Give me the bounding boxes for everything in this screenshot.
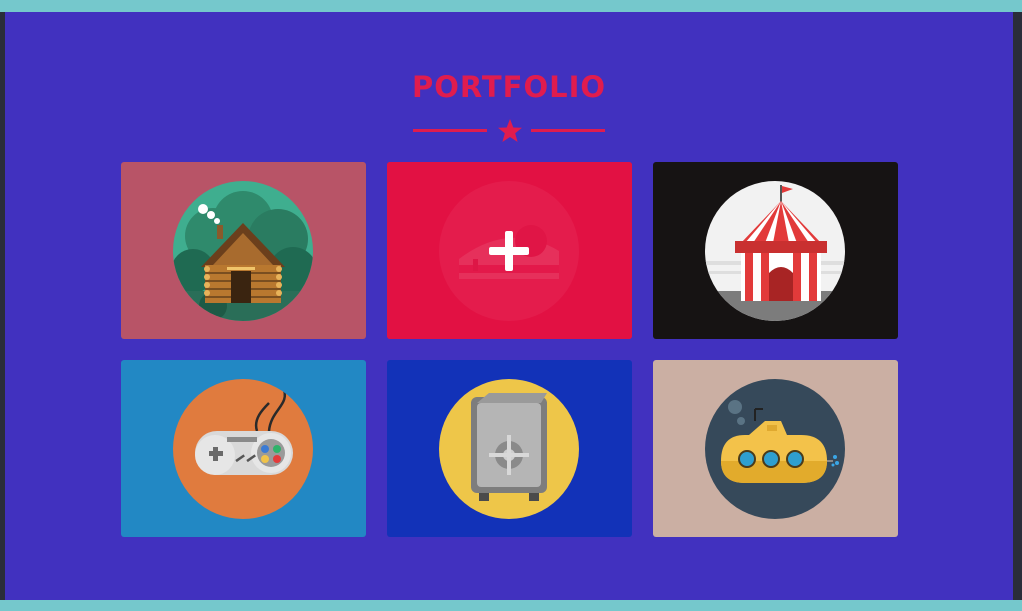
portfolio-item-game[interactable] [121,360,366,537]
gamepad-icon [173,379,313,519]
star-icon [498,119,522,142]
portfolio-item-safe[interactable] [387,360,632,537]
log-cabin-icon [173,181,313,321]
portfolio-item-circus[interactable] [653,162,898,339]
submarine-icon [705,379,845,519]
bottom-border [0,600,1022,611]
top-border [0,0,1022,12]
portfolio-section: PORTFOLIO [5,12,1013,600]
portfolio-item-cabin[interactable] [121,162,366,339]
divider-line-left [413,129,487,132]
portfolio-item-cake[interactable] [387,162,632,339]
section-title: PORTFOLIO [411,70,607,104]
plus-icon[interactable] [487,229,531,273]
portfolio-item-submarine[interactable] [653,360,898,537]
safe-icon [439,379,579,519]
title-divider [413,118,605,144]
circus-tent-icon [705,181,845,321]
divider-line-right [531,129,605,132]
